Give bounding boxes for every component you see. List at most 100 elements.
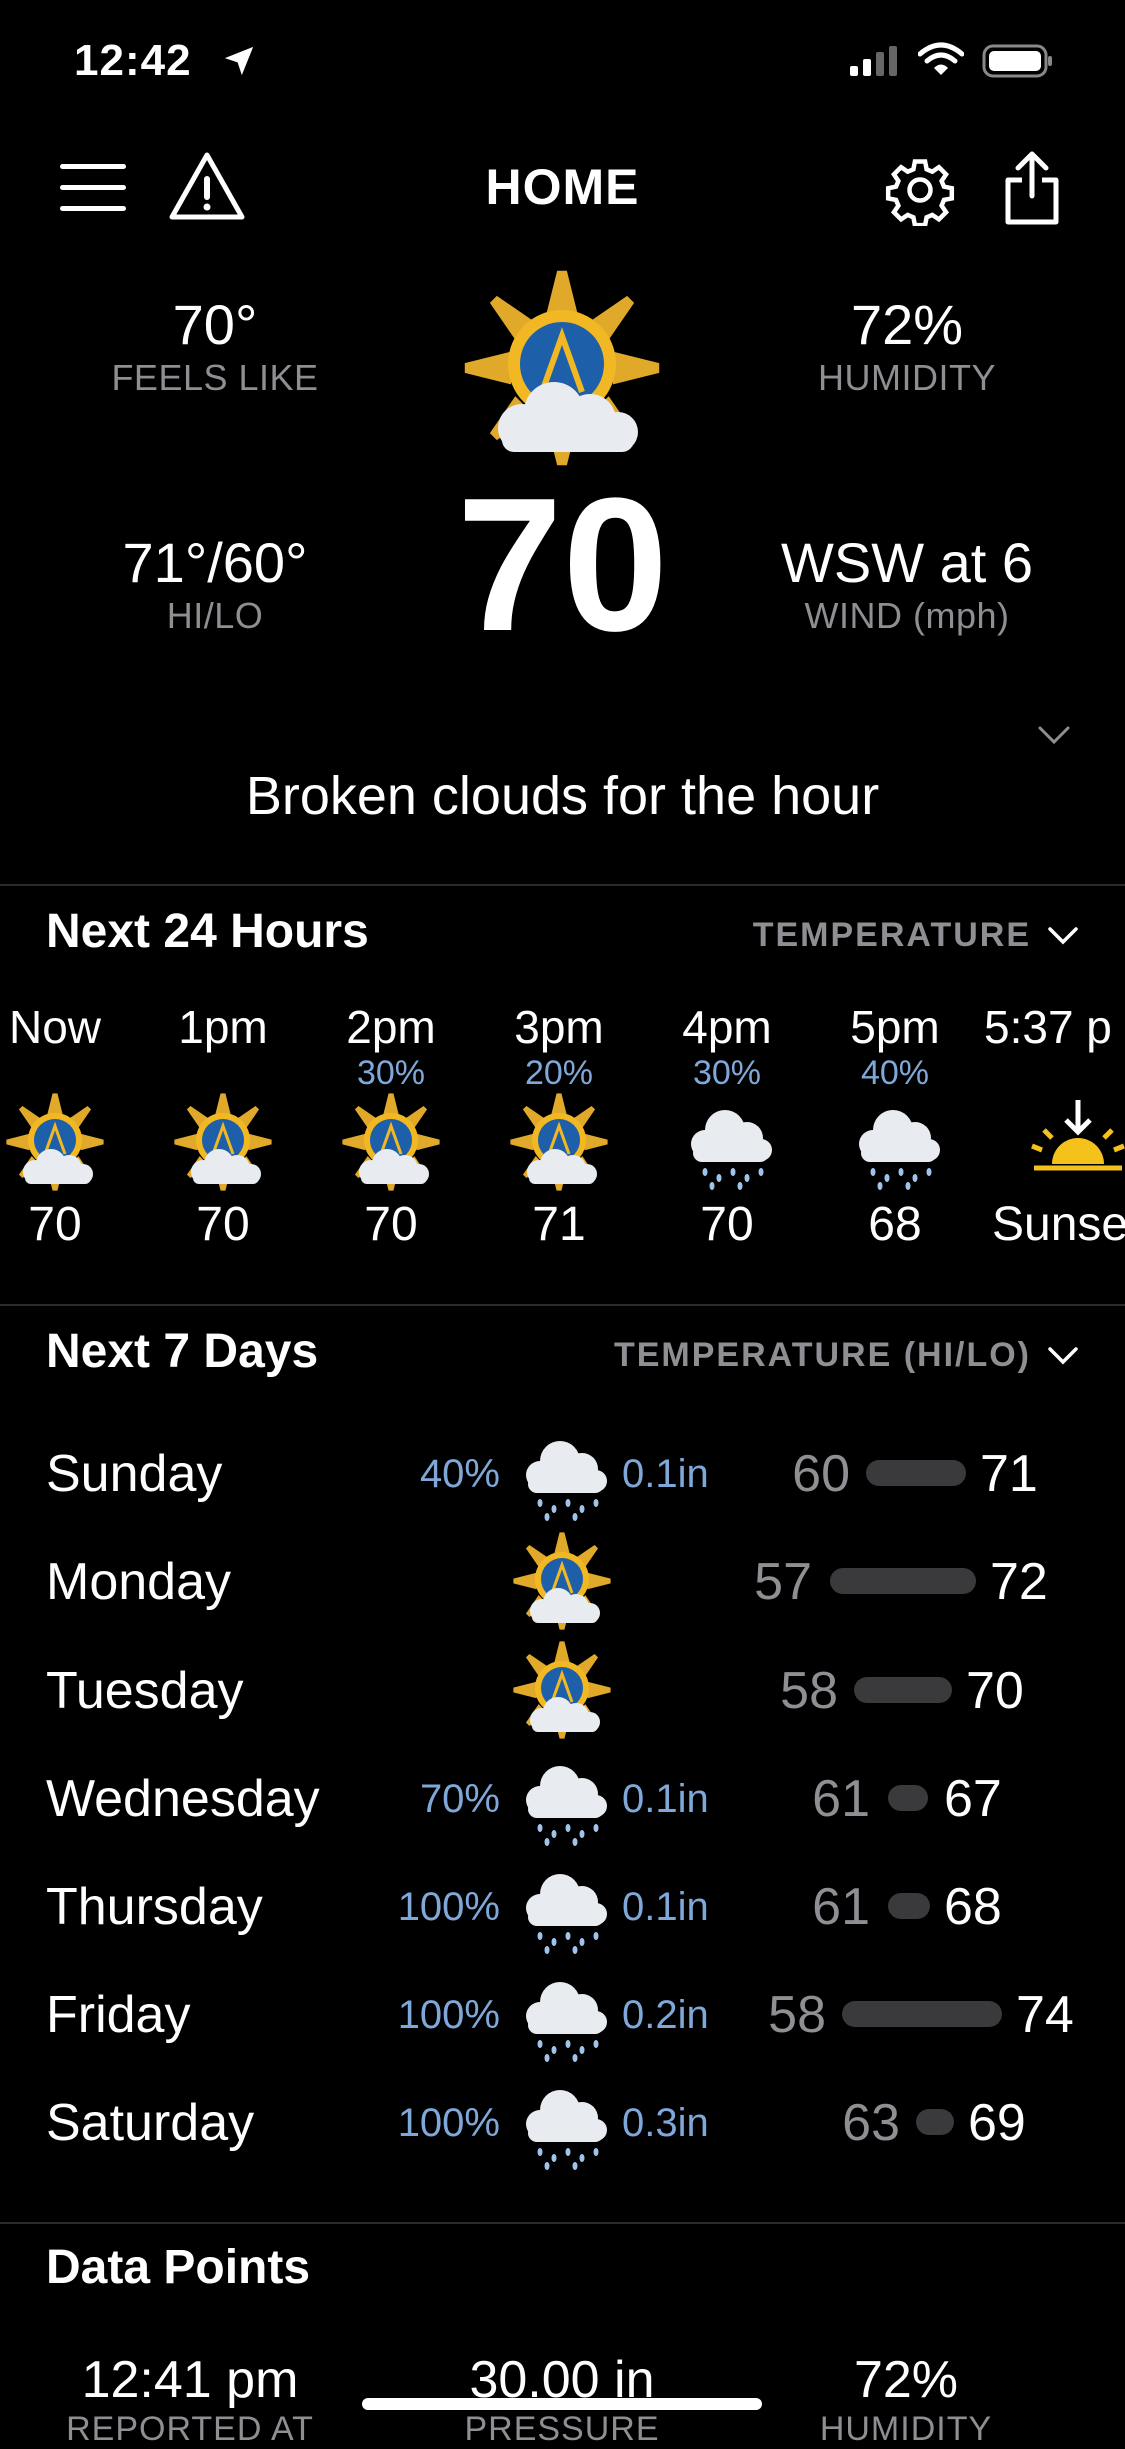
hourly-section-title: Next 24 Hours: [46, 905, 369, 958]
partly-cloudy-icon: [341, 1092, 441, 1192]
partly-cloudy-icon: [509, 1092, 609, 1192]
day-row[interactable]: Wednesday 70% 0.1in 61 67: [0, 1765, 1125, 1831]
partly-cloudy-icon: [5, 1092, 105, 1192]
day-low: 58: [768, 1986, 826, 2044]
battery-icon: [982, 44, 1052, 78]
hour-temp: 70: [700, 1198, 754, 1251]
hour-time: 5pm: [850, 1001, 940, 1053]
hour-item: 2pm 30% 70: [306, 1000, 476, 1252]
day-precip: 70%: [419, 1777, 500, 1821]
data-points-title: Data Points: [46, 2241, 311, 2294]
day-name: Saturday: [46, 2094, 255, 2152]
daily-section-title: Next 7 Days: [46, 1325, 319, 1378]
hour-item: 3pm 20% 71: [474, 1000, 644, 1252]
hour-time: 5:37 p: [984, 1001, 1112, 1053]
day-low: 61: [812, 1770, 870, 1828]
day-precip: 100%: [397, 2101, 500, 2145]
hour-temp: 68: [868, 1198, 922, 1251]
day-name: Wednesday: [46, 1770, 320, 1828]
partly-cloudy-icon: [512, 1531, 612, 1631]
partly-cloudy-icon: [512, 1640, 612, 1740]
gear-icon[interactable]: [884, 154, 956, 226]
day-high: 70: [966, 1662, 1024, 1720]
divider: [0, 2222, 1125, 2224]
feels-like-block: 70° FEELS LIKE: [60, 292, 370, 399]
day-row[interactable]: Sunday 40% 0.1in 60 71: [0, 1440, 1125, 1506]
day-amount: 0.1in: [622, 1452, 709, 1496]
day-precip: 100%: [397, 1993, 500, 2037]
rain-cloud-icon: [512, 1964, 612, 2064]
day-high: 69: [968, 2094, 1026, 2152]
day-high: 74: [1016, 1986, 1074, 2044]
day-name: Tuesday: [46, 1662, 244, 1720]
hour-precip: [984, 1054, 1125, 1092]
rain-cloud-icon: [512, 1748, 612, 1848]
hilo-value: 71°/60°: [122, 531, 308, 594]
day-precip: 100%: [397, 1885, 500, 1929]
day-name: Thursday: [46, 1878, 263, 1936]
hour-temp: 70: [364, 1198, 418, 1251]
data-point-value: 12:41 pm: [81, 2351, 299, 2409]
home-indicator[interactable]: [362, 2398, 762, 2410]
hour-time: 3pm: [514, 1001, 604, 1053]
rain-cloud-icon: [512, 2072, 612, 2172]
partly-cloudy-icon: [173, 1092, 273, 1192]
day-row[interactable]: Tuesday 58 70: [0, 1657, 1125, 1723]
humidity-label: HUMIDITY: [818, 357, 996, 398]
data-point: 12:41 pm REPORTED AT: [40, 2350, 340, 2449]
hour-precip: 30%: [692, 1054, 762, 1092]
temp-range-bar: [842, 2001, 1002, 2027]
sunset-icon: [1028, 1092, 1125, 1192]
temp-range-bar: [866, 1460, 966, 1486]
hour-summary: Broken clouds for the hour: [245, 766, 880, 826]
temp-range-bar: [854, 1677, 952, 1703]
temp-range-bar: [888, 1893, 930, 1919]
rain-cloud-icon: [512, 1856, 612, 1956]
hour-temp: 71: [532, 1198, 586, 1251]
day-high: 72: [990, 1553, 1048, 1611]
data-point: 72% HUMIDITY: [756, 2350, 1056, 2449]
day-amount: 0.3in: [622, 2101, 709, 2145]
wind-label: WIND (mph): [804, 595, 1010, 636]
location-arrow-icon: [224, 46, 254, 76]
hilo-block: 71°/60° HI/LO: [60, 530, 370, 637]
chevron-down-icon: [1048, 926, 1078, 944]
day-row[interactable]: Monday 57 72: [0, 1548, 1125, 1614]
divider: [0, 884, 1125, 886]
hour-time: 2pm: [346, 1001, 436, 1053]
day-low: 58: [780, 1662, 838, 1720]
divider: [0, 1304, 1125, 1306]
daily-metric-selector[interactable]: TEMPERATURE (HI/LO): [614, 1336, 1079, 1375]
day-amount: 0.1in: [622, 1777, 709, 1821]
share-icon[interactable]: [1002, 150, 1062, 226]
chevron-down-icon[interactable]: [1036, 724, 1072, 748]
hour-time: 1pm: [178, 1001, 268, 1053]
temp-range-bar: [830, 1568, 976, 1594]
hour-time: 4pm: [682, 1001, 772, 1053]
data-point-value: 72%: [853, 2351, 959, 2409]
humidity-block: 72% HUMIDITY: [752, 292, 1062, 399]
hour-item-sunset: 5:37 p Sunse: [984, 1000, 1125, 1252]
hilo-label: HI/LO: [166, 595, 264, 636]
hour-item: 5pm 40% 68: [810, 1000, 980, 1252]
feels-like-value: 70°: [172, 293, 258, 356]
wind-value: WSW at 6: [780, 531, 1034, 594]
day-row[interactable]: Thursday 100% 0.1in 61 68: [0, 1873, 1125, 1939]
day-name: Monday: [46, 1553, 231, 1611]
humidity-value: 72%: [850, 293, 964, 356]
data-point-label: HUMIDITY: [819, 2410, 993, 2448]
hour-item: Now 70: [0, 1000, 140, 1252]
chevron-down-icon: [1048, 1346, 1078, 1364]
wifi-icon: [918, 42, 964, 75]
hourly-metric-selector[interactable]: TEMPERATURE: [753, 916, 1079, 955]
data-point-label: REPORTED AT: [66, 2410, 314, 2448]
day-row[interactable]: Friday 100% 0.2in 58 74: [0, 1981, 1125, 2047]
day-row[interactable]: Saturday 100% 0.3in 63 69: [0, 2089, 1125, 2155]
hour-precip: 20%: [524, 1054, 594, 1092]
hour-precip: [0, 1054, 140, 1092]
day-high: 68: [944, 1878, 1002, 1936]
feels-like-label: FEELS LIKE: [111, 357, 319, 398]
day-high: 71: [980, 1445, 1038, 1503]
temp-range-bar: [916, 2109, 954, 2135]
status-time: 12:42: [74, 36, 192, 85]
